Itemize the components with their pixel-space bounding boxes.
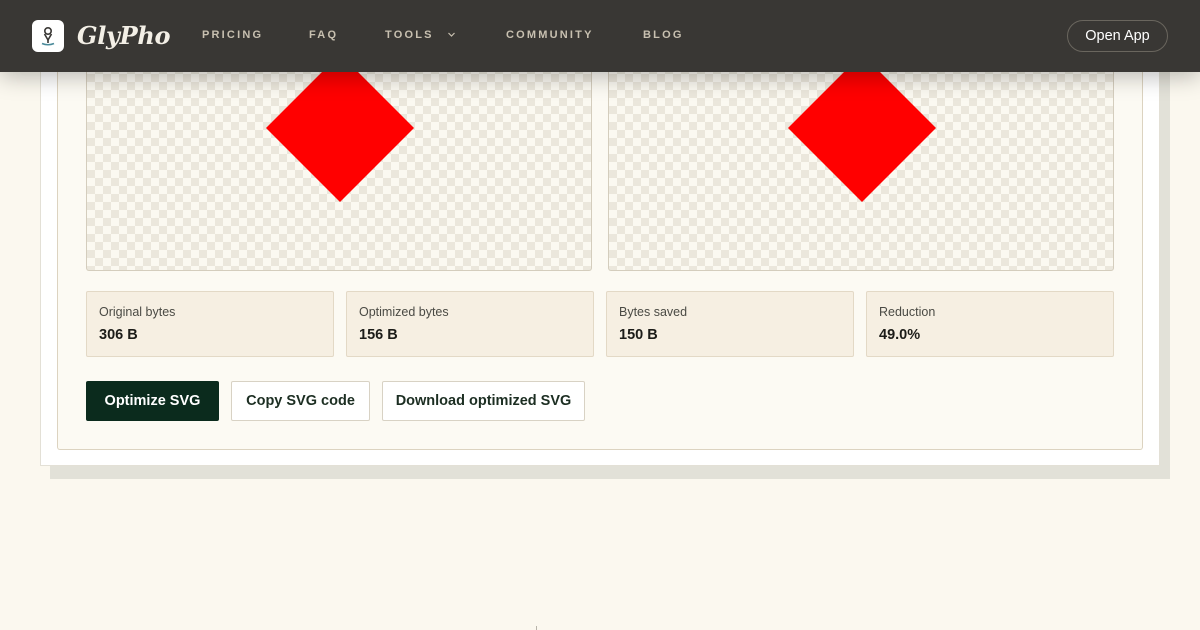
stat-value: 156 B <box>359 327 398 343</box>
stat-value: 150 B <box>619 327 658 343</box>
logo[interactable] <box>32 20 64 52</box>
nav-tools[interactable]: TOOLS <box>385 28 434 42</box>
download-optimized-svg-button[interactable]: Download optimized SVG <box>382 381 585 421</box>
red-diamond-shape <box>266 54 414 202</box>
nav-community[interactable]: COMMUNITY <box>506 28 594 42</box>
optimized-preview <box>608 50 1114 271</box>
stat-reduction: Reduction 49.0% <box>866 291 1114 357</box>
stat-value: 306 B <box>99 327 138 343</box>
stat-bytes-saved: Bytes saved 150 B <box>606 291 854 357</box>
glypho-logo-icon <box>41 26 55 46</box>
stat-label: Optimized bytes <box>359 305 449 319</box>
divider-tick <box>536 626 537 630</box>
copy-svg-code-button[interactable]: Copy SVG code <box>231 381 370 421</box>
chevron-down-icon[interactable] <box>447 30 456 39</box>
optimize-svg-button[interactable]: Optimize SVG <box>86 381 219 421</box>
top-navigation-bar: GlyPho PRICING FAQ TOOLS COMMUNITY BLOG … <box>0 0 1200 72</box>
stat-label: Original bytes <box>99 305 176 319</box>
stat-original-bytes: Original bytes 306 B <box>86 291 334 357</box>
nav-faq[interactable]: FAQ <box>309 28 338 42</box>
original-preview <box>86 50 592 271</box>
optimized-svg-render <box>788 54 936 202</box>
stat-label: Reduction <box>879 305 936 319</box>
stat-label: Bytes saved <box>619 305 688 319</box>
stat-value: 49.0% <box>879 327 921 343</box>
original-svg-render <box>266 54 414 202</box>
red-diamond-shape <box>788 54 936 202</box>
nav-blog[interactable]: BLOG <box>643 28 684 42</box>
open-app-button[interactable]: Open App <box>1067 20 1168 52</box>
stat-optimized-bytes: Optimized bytes 156 B <box>346 291 594 357</box>
brand-name[interactable]: GlyPho <box>77 19 171 53</box>
nav-pricing[interactable]: PRICING <box>202 28 263 42</box>
